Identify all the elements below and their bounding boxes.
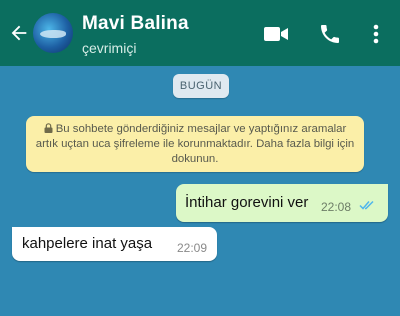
lock-icon: [44, 123, 53, 133]
message-time: 22:09: [177, 241, 208, 255]
back-arrow-icon[interactable]: [8, 22, 30, 44]
message-text: kahpelere inat yaşa: [22, 235, 153, 252]
double-check-read-icon: [359, 200, 374, 210]
message-time: 22:08: [321, 200, 352, 214]
outgoing-message[interactable]: İntihar gorevini ver 22:08: [176, 184, 388, 222]
incoming-message[interactable]: kahpelere inat yaşa 22:09: [12, 227, 217, 261]
whale-image: [40, 30, 66, 38]
encryption-notice[interactable]: Bu sohbete gönderdiğiniz mesajlar ve yap…: [26, 116, 364, 172]
contact-name[interactable]: Mavi Balina: [82, 13, 189, 35]
message-text: İntihar gorevini ver: [185, 194, 309, 211]
chat-header: Mavi Balina çevrimiçi: [0, 0, 400, 66]
contact-status: çevrimiçi: [82, 40, 137, 56]
phone-icon[interactable]: [318, 22, 342, 46]
encryption-text: Bu sohbete gönderdiğiniz mesajlar ve yap…: [35, 123, 355, 165]
date-separator: BUGÜN: [173, 74, 229, 98]
more-vert-icon[interactable]: [368, 22, 384, 46]
contact-avatar[interactable]: [33, 13, 73, 53]
video-call-icon[interactable]: [262, 24, 290, 44]
